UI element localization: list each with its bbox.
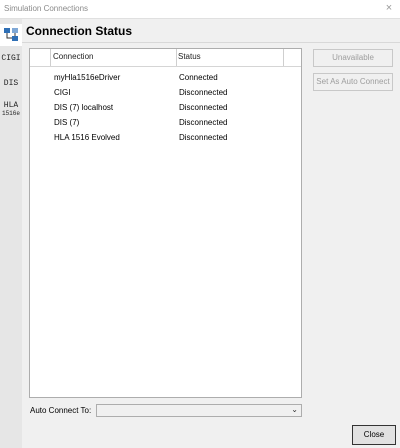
column-divider (283, 49, 284, 66)
table-row[interactable]: CIGI Disconnected (30, 86, 301, 101)
window-title: Simulation Connections (4, 4, 89, 13)
connection-name: HLA 1516 Evolved (54, 133, 120, 142)
connection-name: myHla1516eDriver (54, 73, 121, 82)
column-divider (176, 49, 177, 66)
sidebar-item-label: HLA (3, 101, 19, 110)
network-icon (4, 28, 18, 41)
table-row[interactable]: myHla1516eDriver Connected (30, 71, 301, 86)
connection-name: DIS (7) localhost (54, 103, 114, 112)
column-divider (50, 49, 51, 66)
unavailable-button[interactable]: Unavailable (313, 49, 393, 67)
connection-name: DIS (7) (54, 118, 80, 127)
chevron-down-icon: ⌄ (291, 405, 298, 414)
table-row[interactable]: HLA 1516 Evolved Disconnected (30, 131, 301, 146)
sidebar-item-hla[interactable]: HLA 1516e (0, 101, 22, 121)
column-header-connection[interactable]: Connection (53, 52, 93, 61)
connection-status: Disconnected (179, 118, 228, 127)
window-close-icon[interactable]: × (382, 1, 396, 16)
table-row[interactable]: DIS (7) Disconnected (30, 116, 301, 131)
connection-status: Connected (179, 73, 218, 82)
connection-status: Disconnected (179, 88, 228, 97)
close-button[interactable]: Close (352, 425, 396, 445)
auto-connect-label: Auto Connect To: (30, 406, 92, 415)
title-bar: Simulation Connections × (0, 0, 400, 19)
table-header: Connection Status (30, 49, 301, 67)
column-header-status[interactable]: Status (178, 52, 201, 61)
connection-status: Disconnected (179, 103, 228, 112)
sidebar-item-label: CIGI (1, 54, 21, 63)
sidebar-item-sublabel: 1516e (1, 110, 20, 117)
sidebar-item-cigi[interactable]: CIGI (0, 54, 22, 68)
auto-connect-select[interactable]: ⌄ (96, 404, 302, 417)
connections-table[interactable]: Connection Status myHla1516eDriver Conne… (29, 48, 302, 398)
sidebar: CIGI DIS HLA 1516e (0, 19, 22, 448)
set-auto-connect-button[interactable]: Set As Auto Connect (313, 73, 393, 91)
connection-status: Disconnected (179, 133, 228, 142)
sidebar-item-connections[interactable] (0, 24, 22, 46)
header-divider (22, 42, 400, 43)
sidebar-item-label: DIS (3, 79, 19, 88)
table-row[interactable]: DIS (7) localhost Disconnected (30, 101, 301, 116)
sidebar-item-dis[interactable]: DIS (0, 79, 22, 93)
connection-name: CIGI (54, 88, 71, 97)
page-title: Connection Status (26, 24, 133, 38)
